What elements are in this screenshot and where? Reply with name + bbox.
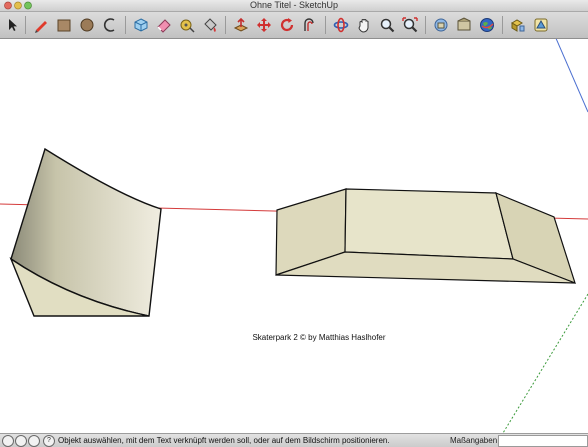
components-icon bbox=[511, 19, 525, 32]
rotate-icon bbox=[280, 18, 294, 32]
rectangle-icon bbox=[57, 19, 71, 32]
offset-icon bbox=[304, 18, 314, 31]
tape-icon bbox=[180, 19, 195, 33]
google-earth-button[interactable] bbox=[477, 15, 497, 35]
eraser-tool-button[interactable] bbox=[154, 15, 174, 35]
pan-tool-button[interactable] bbox=[354, 15, 374, 35]
zoom-extents-icon bbox=[402, 17, 418, 33]
drawing-viewport[interactable]: Skaterpark 2 © by Matthias Haslhofer bbox=[0, 39, 588, 433]
paint-bucket-button[interactable] bbox=[200, 15, 220, 35]
line-tool-button[interactable] bbox=[31, 15, 51, 35]
eraser-icon bbox=[157, 19, 171, 33]
arc-icon bbox=[103, 18, 115, 32]
toolbar-separator bbox=[425, 16, 426, 34]
share-model-icon bbox=[457, 17, 471, 31]
pencil-icon bbox=[35, 21, 47, 33]
title-bar: Ohne Titel - SketchUp bbox=[0, 0, 588, 12]
share-model-button[interactable] bbox=[454, 15, 474, 35]
tape-measure-button[interactable] bbox=[177, 15, 197, 35]
move-tool-button[interactable] bbox=[254, 15, 274, 35]
rectangle-tool-button[interactable] bbox=[54, 15, 74, 35]
get-models-button[interactable] bbox=[431, 15, 451, 35]
component-icon bbox=[134, 18, 148, 32]
status-bar: ? Objekt auswählen, mit dem Text verknüp… bbox=[0, 433, 588, 447]
orbit-icon bbox=[333, 17, 349, 33]
toolbar-separator bbox=[25, 16, 26, 34]
get-models-icon bbox=[434, 18, 448, 32]
offset-tool-button[interactable] bbox=[300, 15, 320, 35]
quarter-pipe-ramp[interactable] bbox=[9, 147, 162, 317]
toolbar-separator bbox=[125, 16, 126, 34]
model-canvas[interactable] bbox=[0, 39, 588, 433]
make-component-button[interactable] bbox=[131, 15, 151, 35]
earth-icon bbox=[480, 18, 494, 32]
styles-button[interactable] bbox=[531, 15, 551, 35]
circle-icon bbox=[80, 18, 94, 32]
components-button[interactable] bbox=[508, 15, 528, 35]
zoom-tool-button[interactable] bbox=[377, 15, 397, 35]
green-axis bbox=[502, 293, 588, 433]
arrow-icon bbox=[9, 19, 17, 31]
toolbar-separator bbox=[502, 16, 503, 34]
move-icon bbox=[257, 18, 271, 32]
measurements-label: Maßangaben bbox=[450, 436, 498, 445]
help-icon[interactable]: ? bbox=[43, 435, 55, 447]
arc-tool-button[interactable] bbox=[100, 15, 120, 35]
zoom-extents-button[interactable] bbox=[400, 15, 420, 35]
toolbar-separator bbox=[225, 16, 226, 34]
orbit-tool-button[interactable] bbox=[331, 15, 351, 35]
rotate-tool-button[interactable] bbox=[277, 15, 297, 35]
geo-location-icon[interactable] bbox=[2, 435, 14, 447]
blue-axis bbox=[555, 39, 588, 113]
credits-icon[interactable] bbox=[15, 435, 27, 447]
circle-tool-button[interactable] bbox=[77, 15, 97, 35]
model-credit-text: Skaterpark 2 © by Matthias Haslhofer bbox=[252, 333, 386, 342]
window-title: Ohne Titel - SketchUp bbox=[249, 0, 339, 10]
main-toolbar bbox=[0, 12, 588, 39]
select-tool-button[interactable] bbox=[2, 15, 22, 35]
toolbar-separator bbox=[325, 16, 326, 34]
status-message: Objekt auswählen, mit dem Text verknüpft… bbox=[58, 436, 390, 445]
measurements-input[interactable] bbox=[498, 435, 588, 447]
hand-icon bbox=[358, 19, 369, 33]
funbox-ramp[interactable] bbox=[275, 188, 576, 285]
zoom-icon bbox=[380, 18, 395, 33]
styles-icon bbox=[534, 18, 548, 32]
user-icon[interactable] bbox=[28, 435, 40, 447]
pushpull-icon bbox=[233, 17, 249, 32]
push-pull-button[interactable] bbox=[231, 15, 251, 35]
bucket-icon bbox=[204, 18, 217, 32]
